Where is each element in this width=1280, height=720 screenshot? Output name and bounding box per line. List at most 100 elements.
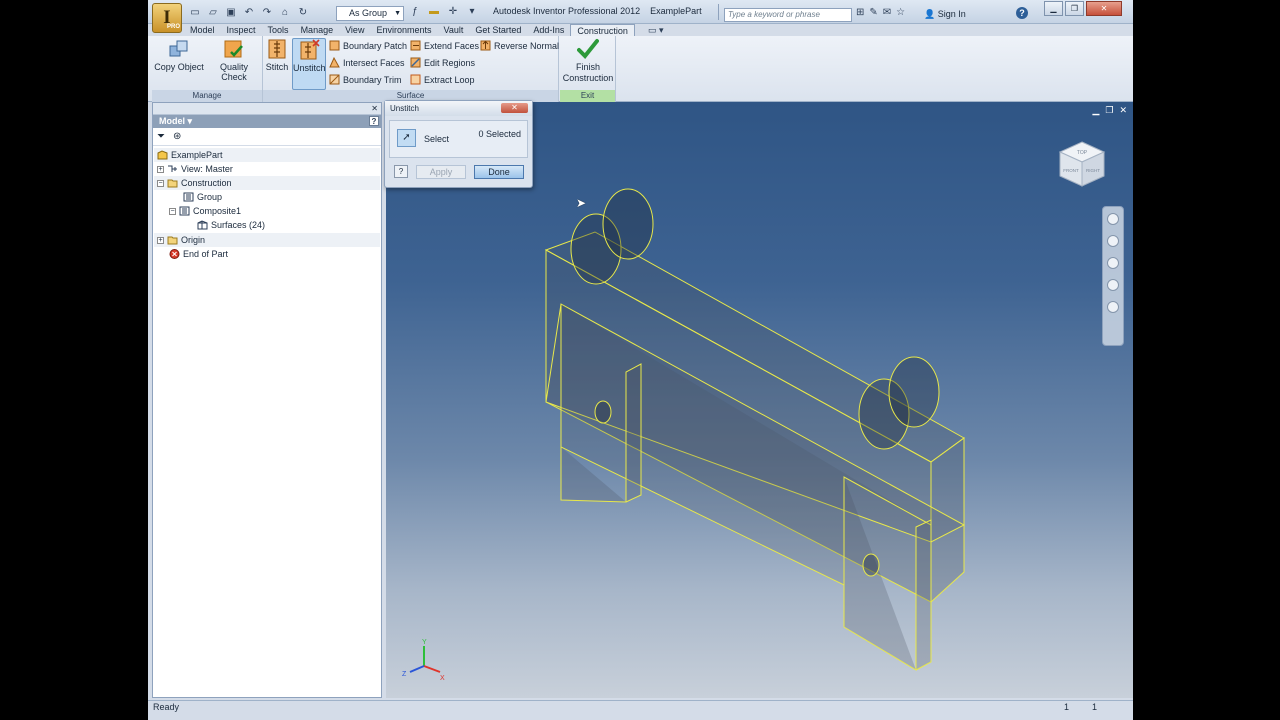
- tab-view[interactable]: View: [339, 24, 370, 36]
- browser-help-button[interactable]: ?: [369, 116, 379, 126]
- part-model[interactable]: [386, 102, 1133, 698]
- expand-toggle[interactable]: +: [157, 236, 164, 244]
- tab-tools[interactable]: Tools: [262, 24, 295, 36]
- binoculars-icon[interactable]: ⊛: [173, 131, 181, 142]
- select-label: Select: [424, 134, 450, 144]
- tab-get-started[interactable]: Get Started: [469, 24, 527, 36]
- stitch-button[interactable]: Stitch: [263, 38, 291, 72]
- style-select[interactable]: As Group ▼: [336, 6, 404, 21]
- zoom-icon[interactable]: [1107, 257, 1119, 269]
- application-menu-button[interactable]: I PRO: [152, 3, 182, 33]
- pin-hole-left: [594, 400, 612, 424]
- tree-node-origin[interactable]: + Origin: [157, 233, 205, 247]
- expand-toggle[interactable]: +: [157, 165, 164, 173]
- orbit-icon[interactable]: [1107, 279, 1119, 291]
- redo-icon[interactable]: ↷: [260, 5, 274, 19]
- tree-node-surfaces[interactable]: Surfaces (24): [197, 218, 265, 232]
- fx-icon[interactable]: ƒ: [408, 4, 422, 18]
- reverse-normal-button[interactable]: Reverse Normal: [480, 40, 559, 51]
- save-icon[interactable]: ▣: [224, 5, 238, 19]
- intersect-faces-button[interactable]: Intersect Faces: [329, 57, 405, 68]
- mouse-pointer-icon: ➤: [576, 196, 587, 210]
- folder-icon: [167, 179, 178, 188]
- tab-model[interactable]: Model: [184, 24, 221, 36]
- tab-add-ins[interactable]: Add-Ins: [527, 24, 570, 36]
- tree-node-composite[interactable]: − Composite1: [169, 204, 241, 218]
- steering-wheel-icon[interactable]: [1107, 213, 1119, 225]
- extract-loop-button[interactable]: Extract Loop: [410, 74, 475, 85]
- close-icon[interactable]: ✕: [371, 103, 378, 114]
- ribbon-display-toggle[interactable]: ▭ ▾: [648, 25, 664, 36]
- collapse-toggle[interactable]: −: [157, 179, 164, 187]
- viewcube-front-label: FRONT: [1063, 168, 1079, 173]
- tree-node-group[interactable]: Group: [183, 190, 222, 204]
- status-text: Ready: [153, 702, 180, 712]
- window-title: Autodesk Inventor Professional 2012 Exam…: [493, 6, 702, 16]
- boundary-trim-button[interactable]: Boundary Trim: [329, 74, 402, 85]
- ribbon-tabs: Model Inspect Tools Manage View Environm…: [148, 24, 1133, 36]
- new-icon[interactable]: ▭: [188, 5, 202, 19]
- tab-environments[interactable]: Environments: [370, 24, 437, 36]
- filter-icon[interactable]: ⏷: [157, 131, 165, 142]
- dialog-help-button[interactable]: ?: [394, 165, 408, 178]
- open-icon[interactable]: ▱: [206, 5, 220, 19]
- group-icon: [183, 192, 194, 202]
- sign-in-link[interactable]: 👤 Sign In: [924, 9, 966, 20]
- communication-icon[interactable]: ✉: [883, 7, 891, 18]
- undo-icon[interactable]: ↶: [242, 5, 256, 19]
- hole-left-inner: [602, 188, 654, 260]
- copy-object-button[interactable]: Copy Object: [154, 38, 204, 72]
- maximize-button[interactable]: ❐: [1065, 1, 1084, 16]
- part-icon: [157, 150, 168, 160]
- tree-node-part[interactable]: ExamplePart: [157, 148, 223, 162]
- tree-node-label: Surfaces (24): [211, 220, 266, 230]
- selected-count: 0 Selected: [478, 129, 521, 139]
- tab-manage[interactable]: Manage: [295, 24, 340, 36]
- dialog-title: Unstitch: [390, 104, 419, 113]
- finish-construction-button[interactable]: Finish Construction: [560, 38, 616, 84]
- ribbon: Copy Object Quality Check Manage Stitch: [148, 36, 1133, 102]
- extend-faces-button[interactable]: Extend Faces: [410, 40, 479, 51]
- style-select-value: As Group: [349, 8, 388, 18]
- dialog-title-bar[interactable]: Unstitch ✕: [385, 101, 532, 116]
- reverse-normal-icon: [480, 40, 491, 51]
- help-button[interactable]: ?: [1016, 7, 1028, 19]
- color-icon[interactable]: ▬: [427, 4, 441, 18]
- done-button[interactable]: Done: [474, 165, 524, 179]
- unstitch-button[interactable]: Unstitch: [292, 38, 326, 90]
- apply-button[interactable]: Apply: [416, 165, 466, 179]
- edit-regions-button[interactable]: Edit Regions: [410, 57, 475, 68]
- tree-node-end-of-part[interactable]: End of Part: [169, 247, 228, 261]
- tree-node-view[interactable]: + View: Master: [157, 162, 233, 176]
- binoculars-icon[interactable]: ⊞: [856, 7, 864, 18]
- plus-icon[interactable]: ✛: [446, 4, 460, 18]
- unstitch-dialog: Unstitch ✕ ➚ Select 0 Selected ? Apply D…: [384, 100, 533, 188]
- graphics-viewport[interactable]: ▁ ❐ ✕ TOP FRONT RIGHT Y X Z: [386, 102, 1133, 698]
- collapse-toggle[interactable]: −: [169, 207, 176, 215]
- select-button[interactable]: ➚: [397, 129, 416, 147]
- browser-toolbar: ⏷ ⊛: [153, 128, 381, 146]
- minimize-button[interactable]: ▁: [1044, 1, 1063, 16]
- viewcube[interactable]: TOP FRONT RIGHT: [1056, 138, 1108, 190]
- quality-check-button[interactable]: Quality Check: [206, 38, 262, 82]
- look-at-icon[interactable]: [1107, 301, 1119, 313]
- stitch-label: Stitch: [265, 62, 289, 72]
- favorites-icon[interactable]: ☆: [896, 7, 905, 18]
- tab-inspect[interactable]: Inspect: [221, 24, 262, 36]
- boundary-patch-button[interactable]: Boundary Patch: [329, 40, 407, 51]
- sign-in-label: Sign In: [937, 9, 966, 19]
- return-icon[interactable]: ⌂: [278, 5, 292, 19]
- customize-icon[interactable]: ▾: [465, 4, 479, 18]
- quick-access-toolbar-2: ƒ ▬ ✛ ▾: [408, 4, 479, 18]
- search-input[interactable]: Type a keyword or phrase: [724, 8, 852, 22]
- close-button[interactable]: ✕: [1086, 1, 1122, 16]
- browser-header[interactable]: Model ▾ ?: [153, 115, 381, 128]
- dialog-close-button[interactable]: ✕: [501, 103, 528, 113]
- tree-node-construction[interactable]: − Construction: [157, 176, 232, 190]
- tab-vault[interactable]: Vault: [437, 24, 469, 36]
- update-icon[interactable]: ↻: [296, 5, 310, 19]
- tab-construction[interactable]: Construction: [570, 24, 635, 36]
- subscription-icon[interactable]: ✎: [869, 7, 877, 18]
- pan-icon[interactable]: [1107, 235, 1119, 247]
- navigation-bar: [1102, 206, 1124, 346]
